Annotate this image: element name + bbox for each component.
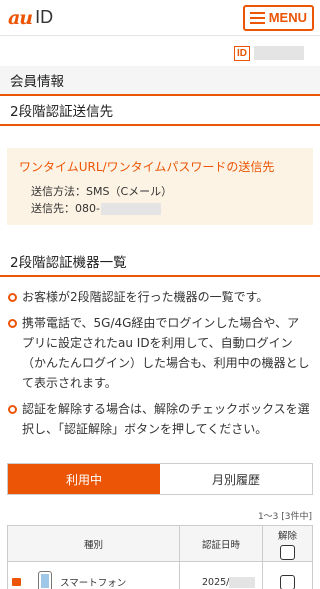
bullet-item: 携帯電話で、5G/4G経由でログインした場合や、アプリに設定されたau IDを利… xyxy=(8,313,310,393)
table-row: スマートフォン 2025/ xyxy=(8,562,312,589)
bullet-circle-icon xyxy=(8,319,17,328)
smartphone-icon xyxy=(38,571,52,589)
select-all-checkbox[interactable] xyxy=(280,544,295,560)
destination-notice: ワンタイムURL/ワンタイムパスワードの送信先 送信方法：SMS（Cメール） 送… xyxy=(7,148,313,225)
row-marker-icon xyxy=(12,578,21,586)
info-bullets: お客様が2段階認証を行った機器の一覧です。 携帯電話で、5G/4G経由でログイン… xyxy=(0,277,320,439)
result-count: 1～3 [3件中] xyxy=(257,512,312,522)
logo-au: au xyxy=(8,6,33,29)
notice-title: ワンタイムURL/ワンタイムパスワードの送信先 xyxy=(19,160,275,174)
menu-label: MENU xyxy=(268,10,307,25)
release-cell xyxy=(263,562,312,589)
send-destination: 送信先：080- xyxy=(19,200,301,217)
release-checkbox[interactable] xyxy=(280,574,295,589)
date-cell: 2025/ xyxy=(180,562,263,589)
header: au ID MENU xyxy=(0,0,320,36)
device-table: 種別 認証日時 解除 スマートフォン 2025/ xyxy=(7,525,313,589)
header-date: 認証日時 xyxy=(180,526,263,561)
device-name: スマートフォン xyxy=(60,578,127,589)
header-release: 解除 xyxy=(263,526,312,561)
section-two-step-devices: 2段階認証機器一覧 xyxy=(0,247,320,277)
bullet-text: 認証を解除する場合は、解除のチェックボックスを選択し、「認証解除」ボタンを押して… xyxy=(22,402,310,436)
bullet-text: お客様が2段階認証を行った機器の一覧です。 xyxy=(22,290,269,304)
date-prefix: 2025/ xyxy=(202,576,230,588)
tab-monthly-history[interactable]: 月別履歴 xyxy=(160,464,312,494)
bullet-item: お客様が2段階認証を行った機器の一覧です。 xyxy=(8,287,310,307)
section-two-step-destination: 2段階認証送信先 xyxy=(0,96,320,126)
logo-id: ID xyxy=(35,7,54,27)
masked-account-id xyxy=(254,46,304,60)
destination-prefix: 送信先：080- xyxy=(31,202,100,215)
bullet-circle-icon xyxy=(8,405,17,414)
header-type: 種別 xyxy=(8,526,180,561)
bullet-text: 携帯電話で、5G/4G経由でログインした場合や、アプリに設定されたau IDを利… xyxy=(22,316,310,390)
section-member-info: 会員情報 xyxy=(0,66,320,96)
masked-date xyxy=(229,576,256,588)
table-header: 種別 認証日時 解除 xyxy=(8,526,312,562)
masked-phone-number xyxy=(100,202,161,215)
tab-in-use[interactable]: 利用中 xyxy=(8,464,160,494)
device-tabs: 利用中 月別履歴 xyxy=(7,463,313,495)
bullet-circle-icon xyxy=(8,293,17,302)
menu-button[interactable]: MENU xyxy=(242,4,314,31)
device-cell: スマートフォン xyxy=(8,562,180,589)
id-badge-icon: ID xyxy=(234,45,250,61)
header-release-label: 解除 xyxy=(277,530,297,542)
send-method: 送信方法：SMS（Cメール） xyxy=(31,185,173,198)
au-id-logo[interactable]: au ID xyxy=(8,7,53,29)
bullet-item: 認証を解除する場合は、解除のチェックボックスを選択し、「認証解除」ボタンを押して… xyxy=(8,399,310,439)
account-id-row: ID xyxy=(0,40,320,66)
hamburger-icon xyxy=(249,11,265,24)
